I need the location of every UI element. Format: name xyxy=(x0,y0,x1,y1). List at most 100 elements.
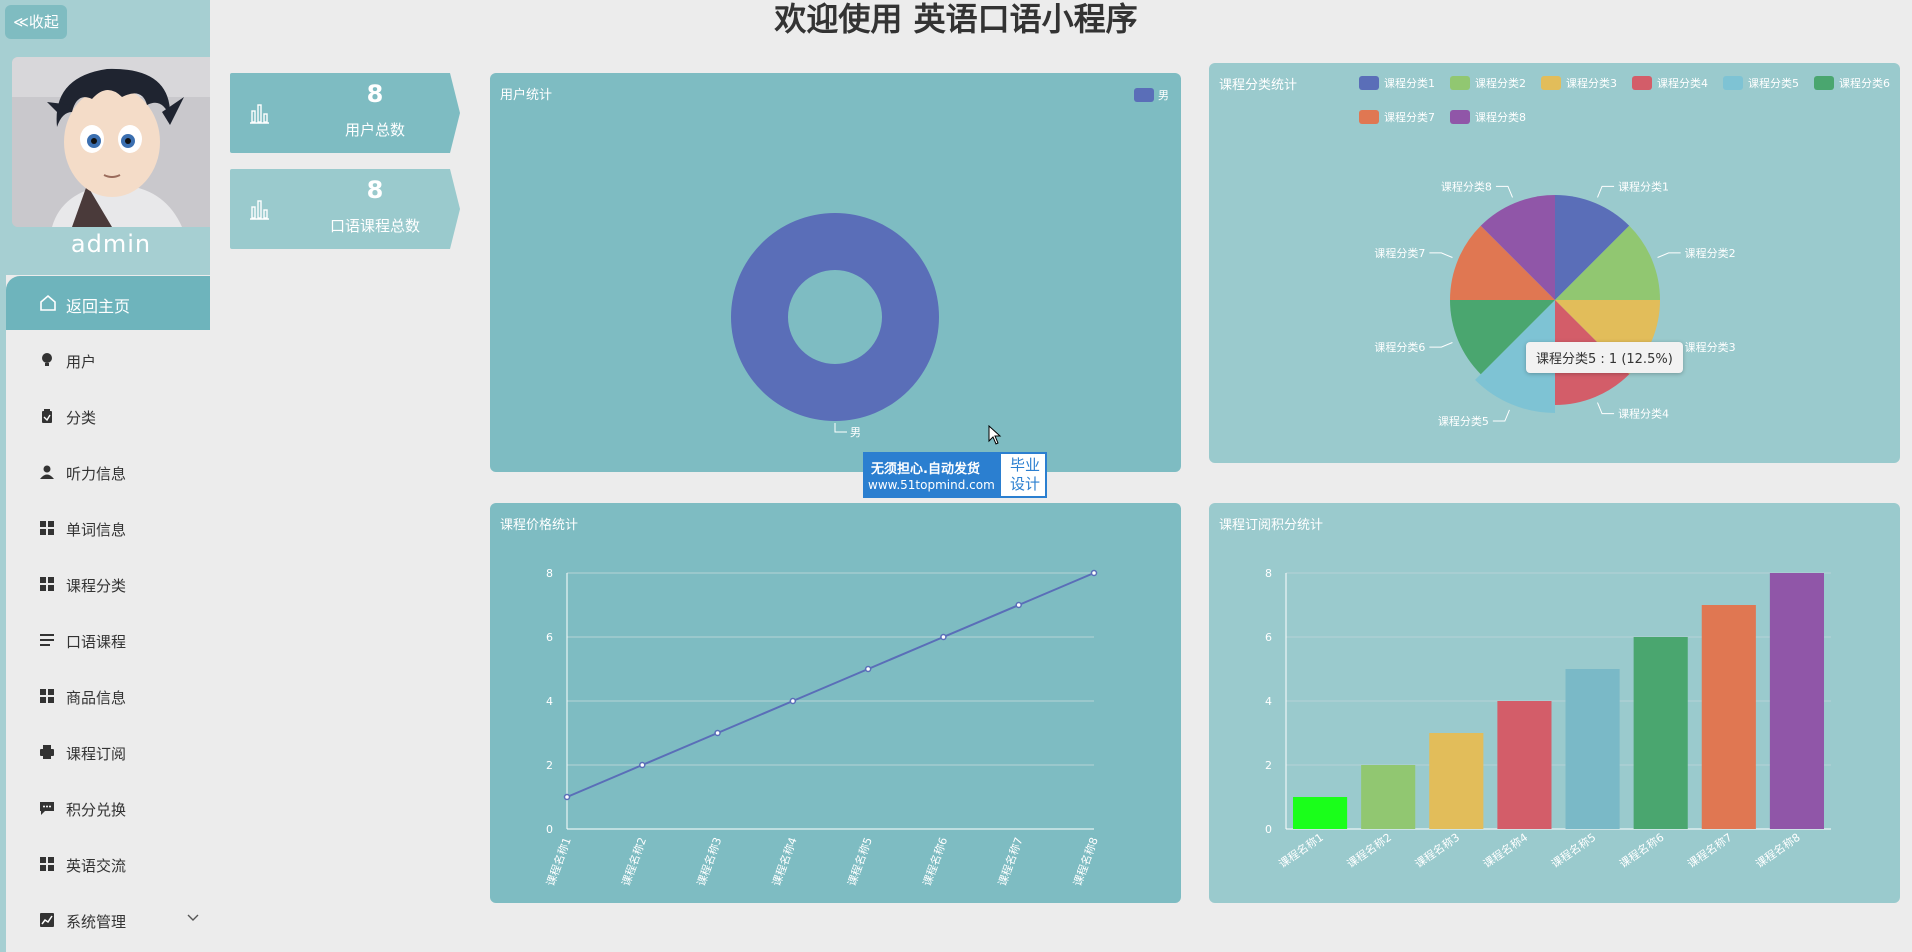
legend-swatch xyxy=(1359,110,1379,124)
legend-label: 课程分类6 xyxy=(1839,76,1890,90)
username-label: admin xyxy=(70,230,152,258)
grid-icon xyxy=(40,689,54,703)
mouse-cursor-icon xyxy=(988,425,1002,445)
list-icon xyxy=(40,634,54,646)
x-tick-label: 课程名称2 xyxy=(619,835,650,888)
chart-tooltip: 课程分类5 : 1 (12.5%) xyxy=(1526,342,1683,373)
donut-slice xyxy=(731,213,939,421)
legend-swatch xyxy=(1450,110,1470,124)
sidebar-item-label: 英语交流 xyxy=(66,857,127,875)
watermark-right: 毕业设计 xyxy=(1009,456,1040,493)
watermark-left: 无须担心.自动发货 www.51topmind.com xyxy=(865,454,1001,496)
grid-icon xyxy=(40,577,54,591)
sidebar-item-goods[interactable]: 商品信息 xyxy=(6,677,210,717)
slice-label-line xyxy=(1429,252,1453,258)
sidebar-item-label: 课程分类 xyxy=(66,577,127,595)
bar xyxy=(1293,797,1348,829)
y-tick-label: 8 xyxy=(1265,567,1272,580)
legend-label: 课程分类3 xyxy=(1566,76,1617,90)
legend-swatch xyxy=(1134,88,1154,102)
legend-swatch xyxy=(1632,76,1652,90)
sidebar-item-subscription[interactable]: 课程订阅 xyxy=(6,733,210,773)
home-icon xyxy=(40,294,56,311)
line-point xyxy=(789,697,797,705)
sidebar-item-course-category[interactable]: 课程分类 xyxy=(6,565,210,605)
legend-label: 课程分类1 xyxy=(1384,76,1435,90)
grid-icon xyxy=(40,521,54,535)
sidebar-item-system[interactable]: 系统管理 xyxy=(6,901,210,941)
category-stats-chart: 课程分类1 课程分类2 课程分类3 课程分类4 课程分类5 课程分类6 课程分类7 课程分类8… xyxy=(1359,76,1890,428)
bulb-icon xyxy=(42,353,52,366)
x-tick-label: 课程名称5 xyxy=(1548,830,1598,871)
user-icon xyxy=(40,465,54,479)
legend-swatch xyxy=(1359,76,1379,90)
x-tick-label: 课程名称8 xyxy=(1753,830,1803,871)
points-stats-panel: 课程订阅积分统计 0 2 4 6 8 课程名称1 课程名称2 课程名称3 课程名称4 课程名称5 课… xyxy=(1209,503,1900,903)
slice-label: 课程分类6 xyxy=(1374,340,1425,354)
stat-value: 8 xyxy=(366,176,384,204)
x-tick-label: 课程名称5 xyxy=(844,835,875,888)
x-tick-label: 课程名称1 xyxy=(1276,830,1326,871)
line-point xyxy=(639,761,646,769)
sidebar-item-label: 用户 xyxy=(66,353,97,371)
sidebar-item-home[interactable]: 返回主页 xyxy=(6,276,210,330)
legend-label: 课程分类2 xyxy=(1475,76,1526,90)
chevron-down-icon[interactable] xyxy=(186,911,200,925)
bar xyxy=(1565,669,1620,829)
slice-label-line xyxy=(834,423,847,433)
bar xyxy=(1769,573,1824,829)
sidebar-item-forum[interactable]: 英语交流 xyxy=(6,845,210,885)
chat-icon xyxy=(40,802,54,815)
sidebar-item-listening[interactable]: 听力信息 xyxy=(6,453,210,493)
page-title: 欢迎使用 英语口语小程序 xyxy=(774,0,1138,38)
bar xyxy=(1633,637,1688,829)
sidebar-item-label: 听力信息 xyxy=(66,465,127,483)
sidebar-item-points[interactable]: 积分兑换 xyxy=(6,789,210,829)
sidebar-item-words[interactable]: 单词信息 xyxy=(6,509,210,549)
printer-icon xyxy=(40,745,54,759)
y-tick-label: 6 xyxy=(1265,631,1272,644)
legend-label: 课程分类4 xyxy=(1657,76,1708,90)
slice-label: 课程分类3 xyxy=(1685,340,1736,354)
x-tick-label: 课程名称7 xyxy=(1685,830,1735,871)
grid-icon xyxy=(40,857,54,871)
watermark-badge[interactable]: 无须担心.自动发货 www.51topmind.com 毕业设计 xyxy=(863,452,1047,498)
sidebar-item-oral-course[interactable]: 口语课程 xyxy=(6,621,210,661)
slice-label-line xyxy=(1597,185,1615,198)
user-stats-chart: 男男 xyxy=(731,88,1169,439)
y-tick-label: 4 xyxy=(546,695,553,708)
bar-chart-icon xyxy=(250,104,269,124)
sidebar-item-label: 返回主页 xyxy=(66,297,131,316)
x-tick-label: 课程名称3 xyxy=(1412,830,1462,871)
series-line xyxy=(566,572,1095,798)
legend-label: 课程分类8 xyxy=(1475,110,1526,124)
points-stats-chart: 0 2 4 6 8 课程名称1 课程名称2 课程名称3 课程名称4 课程名称5 课程名称6 课程名称7… xyxy=(1265,567,1831,871)
legend-swatch xyxy=(1814,76,1834,90)
x-tick-label: 课程名称6 xyxy=(1617,830,1667,871)
sidebar-item-label: 课程订阅 xyxy=(66,745,127,763)
avatar xyxy=(12,57,210,227)
bar xyxy=(1497,701,1552,829)
stat-card-users[interactable]: 8 用户总数 xyxy=(230,73,460,153)
slice-label: 课程分类8 xyxy=(1441,179,1492,193)
chart-icon xyxy=(40,913,54,927)
sidebar-item-category[interactable]: 分类 xyxy=(6,397,210,437)
slice-label: 课程分类7 xyxy=(1374,246,1425,260)
sidebar-item-label: 分类 xyxy=(66,409,97,427)
legend-swatch xyxy=(1541,76,1561,90)
slice-label: 课程分类1 xyxy=(1618,179,1669,193)
slice-label-line xyxy=(1597,402,1615,415)
x-tick-label: 课程名称3 xyxy=(694,835,725,888)
line-point xyxy=(1090,569,1098,577)
line-point xyxy=(1015,601,1022,609)
stat-label: 口语课程总数 xyxy=(329,217,420,235)
bar-chart-icon xyxy=(250,200,269,220)
stat-card-courses[interactable]: 8 口语课程总数 xyxy=(230,169,460,249)
x-tick-label: 课程名称8 xyxy=(1070,835,1101,888)
sidebar-item-users[interactable]: 用户 xyxy=(6,341,210,381)
legend-label: 男 xyxy=(1158,89,1169,102)
y-tick-label: 0 xyxy=(546,823,553,836)
category-stats-panel: 课程分类统计 课程分类1 课程分类2 课程分类3 课程分类4 课程分类5 课程分类6 课程分… xyxy=(1209,63,1900,463)
stat-value: 8 xyxy=(366,80,384,108)
legend-label: 课程分类5 xyxy=(1748,76,1799,90)
